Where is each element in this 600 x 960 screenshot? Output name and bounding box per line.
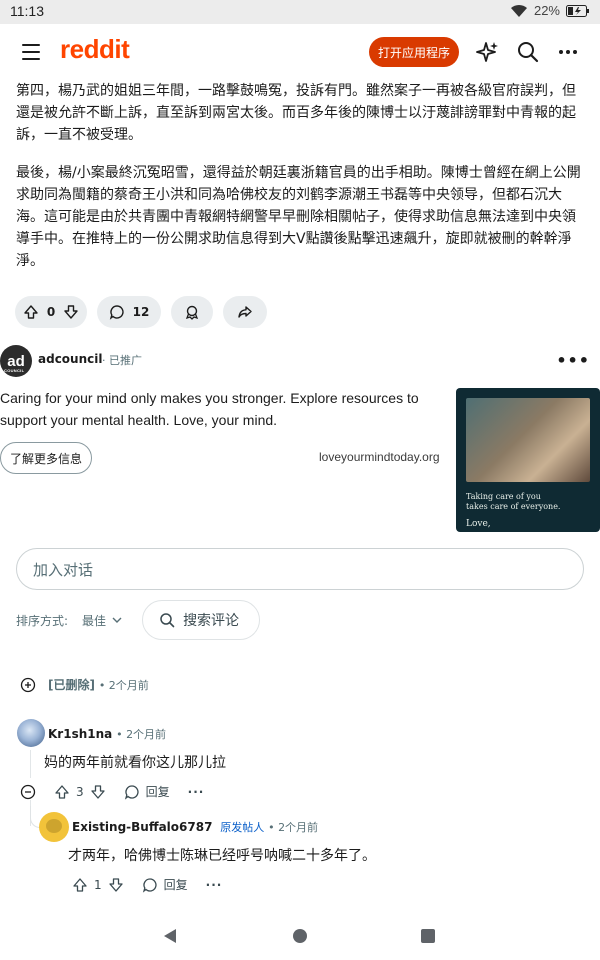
- comment-actions: 1 回复 ···: [72, 876, 240, 893]
- reply-button[interactable]: 回复: [124, 783, 170, 800]
- upvote-icon[interactable]: [72, 877, 88, 893]
- comment-time: • 2个月前: [98, 679, 149, 692]
- sort-dropdown[interactable]: 最佳: [82, 612, 122, 629]
- upvote-icon[interactable]: [54, 784, 70, 800]
- comment-author: [已删除]: [48, 678, 95, 692]
- comment-more-icon[interactable]: ···: [188, 785, 205, 799]
- search-icon: [160, 613, 175, 628]
- comments-button[interactable]: 12: [97, 296, 161, 328]
- battery-percent: 22%: [533, 3, 560, 18]
- comment-actions: 3 回复 ···: [20, 783, 222, 800]
- comment-vote: 3: [54, 784, 106, 800]
- comment-icon: [142, 877, 157, 893]
- battery-icon: [566, 4, 589, 17]
- comment-author[interactable]: Kr1sh1na: [48, 727, 112, 741]
- learn-more-button[interactable]: 了解更多信息: [0, 442, 92, 474]
- reply-label: 回复: [145, 785, 170, 799]
- thread-line[interactable]: [30, 750, 31, 778]
- reddit-logo[interactable]: reddit: [60, 34, 130, 65]
- ad-logo-text: ad: [7, 352, 25, 370]
- status-right: 22%: [510, 3, 590, 18]
- upvote-icon[interactable]: [23, 304, 39, 320]
- comment-more-icon[interactable]: ···: [206, 878, 223, 892]
- post-action-bar: 0 12: [15, 296, 267, 328]
- search-icon[interactable]: [516, 40, 540, 64]
- hamburger-menu-icon[interactable]: [22, 44, 40, 60]
- share-icon: [238, 306, 252, 318]
- comment-header: Kr1sh1na • 2个月前: [48, 726, 166, 742]
- sparkle-icon[interactable]: [476, 40, 500, 64]
- comment-time: • 2个月前: [268, 821, 319, 834]
- more-options-icon[interactable]: [556, 40, 580, 64]
- chevron-down-icon: [112, 617, 122, 623]
- comment-vote-count: 3: [76, 784, 84, 799]
- status-bar: 11:13 22%: [0, 0, 600, 24]
- comment-vote: 1: [72, 877, 124, 893]
- avatar[interactable]: [17, 719, 45, 747]
- open-app-button[interactable]: 打开应用程序: [369, 37, 459, 67]
- ad-caption-line: Taking care of you: [466, 492, 541, 501]
- reply-button[interactable]: 回复: [142, 876, 188, 893]
- ad-image[interactable]: Taking care of you takes care of everyon…: [456, 388, 600, 532]
- sort-label: 排序方式:: [16, 613, 69, 628]
- advertiser-avatar[interactable]: ad COUNCIL: [0, 345, 32, 377]
- comment-header: Existing-Buffalo6787 原发帖人 • 2个月前: [72, 819, 318, 835]
- app-bar: reddit 打开应用程序: [0, 24, 600, 80]
- wifi-icon: [510, 4, 527, 17]
- post-paragraph: 第四，楊乃武的姐姐三年間，一路擊鼓鳴冤，投訴有門。雖然案子一再被各級官府誤判，但…: [16, 83, 576, 143]
- collapsed-comment[interactable]: [已删除] • 2个月前: [20, 676, 149, 693]
- comment-icon: [124, 784, 139, 800]
- recent-apps-icon[interactable]: [421, 929, 435, 943]
- join-conversation-input[interactable]: 加入对话: [16, 548, 584, 590]
- comment-sort-row: 排序方式: 最佳 搜索评论: [16, 600, 261, 640]
- ad-text[interactable]: Caring for your mind only makes you stro…: [0, 387, 440, 431]
- ad-domain[interactable]: loveyourmindtoday.org: [319, 450, 440, 464]
- promoted-label: · 已推广: [102, 354, 142, 367]
- comment-author[interactable]: Existing-Buffalo6787: [72, 820, 212, 834]
- share-button[interactable]: [223, 296, 267, 328]
- comment-vote-count: 1: [94, 877, 102, 892]
- back-icon[interactable]: [164, 929, 176, 943]
- vote-count: 0: [46, 305, 56, 319]
- system-nav-bar: [0, 912, 600, 960]
- ad-more-options-icon[interactable]: •••: [556, 351, 590, 370]
- downvote-icon[interactable]: [90, 784, 106, 800]
- reply-label: 回复: [163, 878, 188, 892]
- home-icon[interactable]: [293, 929, 307, 943]
- search-comments-button[interactable]: 搜索评论: [142, 600, 261, 640]
- ad-caption-line: takes care of everyone.: [466, 502, 561, 511]
- downvote-icon[interactable]: [63, 304, 79, 320]
- ad-header: ad COUNCIL adcouncil · 已推广 •••: [0, 345, 600, 377]
- comment-time: • 2个月前: [116, 728, 167, 741]
- comment-text: 才两年，哈佛博士陈琳已经呼号呐喊二十多年了。: [68, 848, 376, 864]
- ad-image-signoff: Love,: [466, 519, 491, 529]
- post-body: 第四，楊乃武的姐姐三年間，一路擊鼓鳴冤，投訴有門。雖然案子一再被各級官府誤判，但…: [16, 80, 586, 288]
- collapse-button[interactable]: [20, 784, 36, 800]
- status-time: 11:13: [10, 3, 44, 19]
- advertiser-name[interactable]: adcouncil: [38, 352, 102, 366]
- award-button[interactable]: [171, 296, 213, 328]
- expand-icon[interactable]: [20, 677, 36, 693]
- post-paragraph: 最後，楊/小案最終沉冤昭雪，還得益於朝廷裏浙籍官員的出手相助。陳博士曾經在網上公…: [16, 165, 581, 269]
- collapse-icon: [20, 784, 36, 799]
- search-comments-label: 搜索评论: [183, 613, 240, 629]
- comment-icon: [109, 305, 124, 320]
- vote-pill: 0: [15, 296, 87, 328]
- ad-image-caption: Taking care of you takes care of everyon…: [466, 492, 560, 512]
- ad-photo: [466, 398, 590, 482]
- award-icon: [185, 305, 199, 320]
- op-badge: 原发帖人: [220, 821, 265, 834]
- avatar[interactable]: [39, 812, 69, 842]
- comment-text: 妈的两年前就看你这儿那儿拉: [44, 755, 226, 771]
- ad-logo-subtext: COUNCIL: [4, 368, 25, 373]
- downvote-icon[interactable]: [108, 877, 124, 893]
- comment-count: 12: [132, 305, 150, 319]
- sort-value: 最佳: [82, 613, 107, 628]
